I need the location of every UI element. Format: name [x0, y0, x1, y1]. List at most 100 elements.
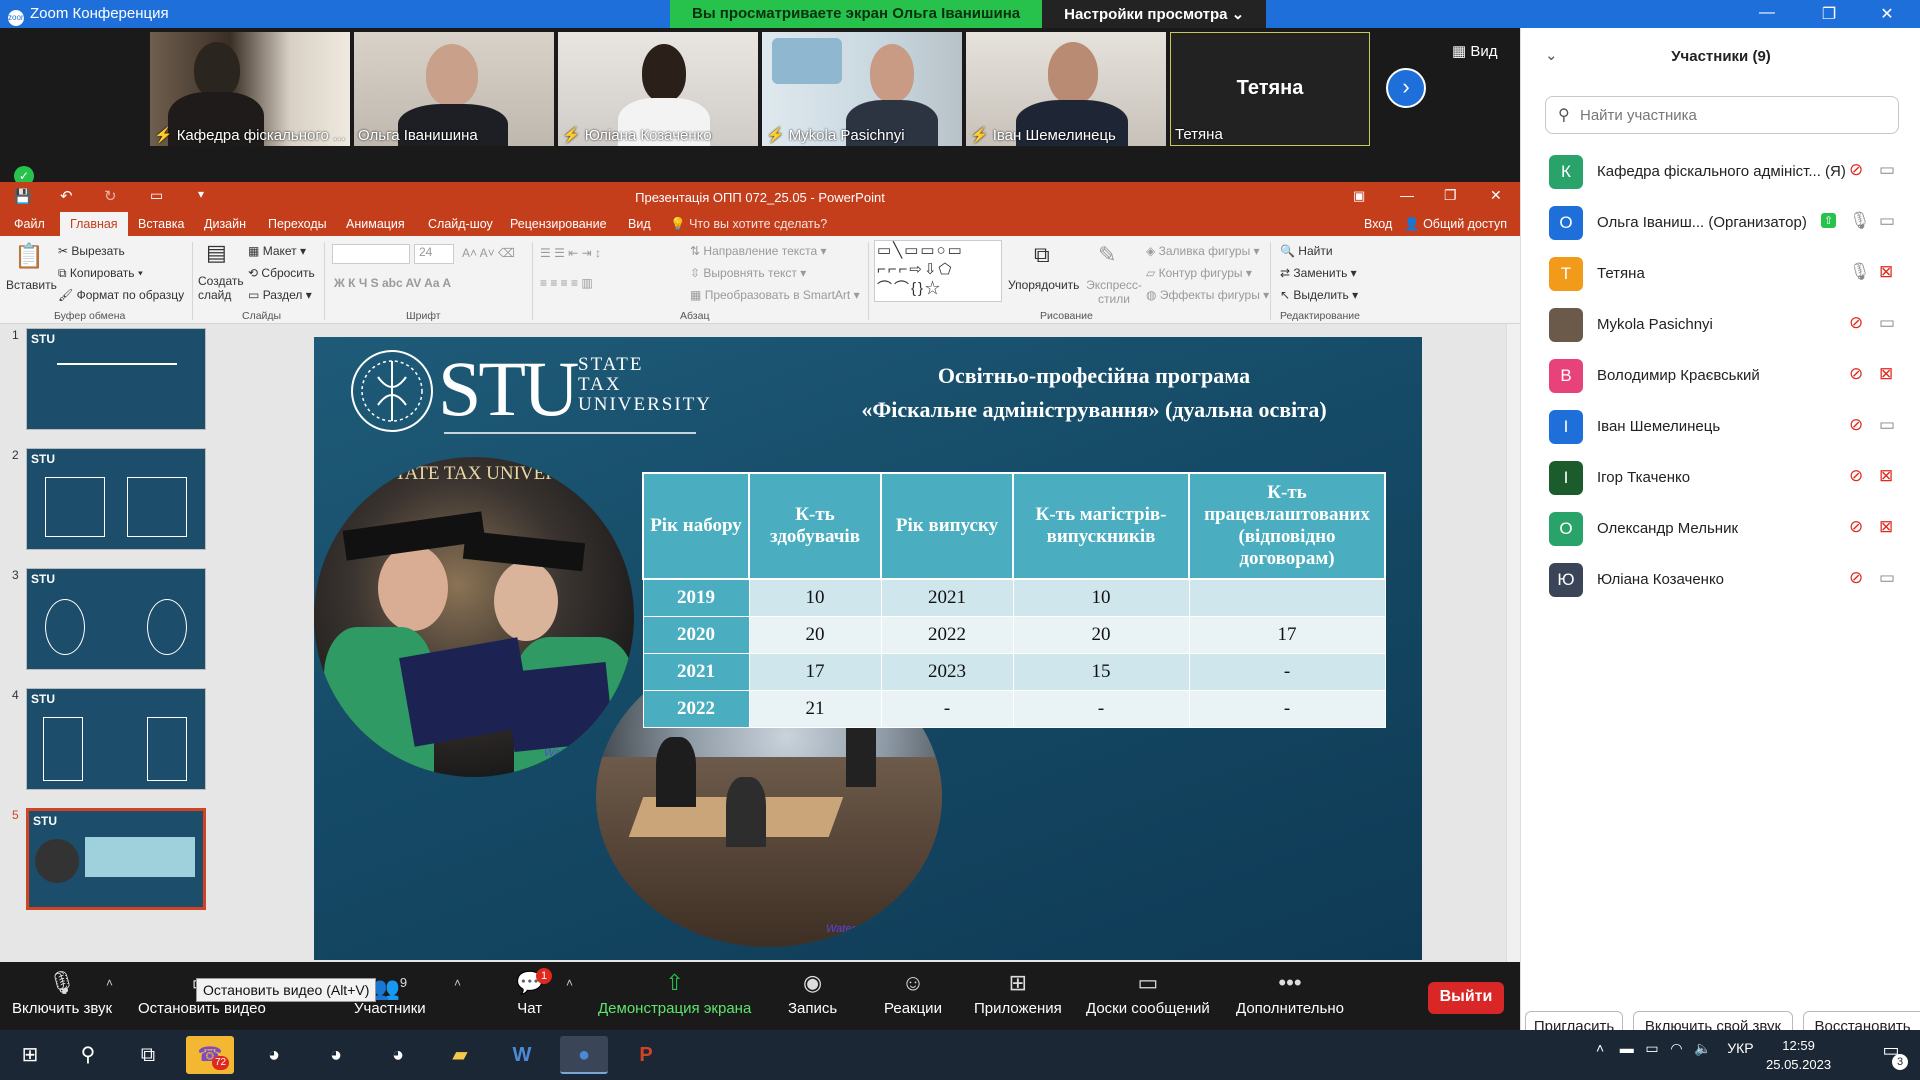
clock[interactable]: 12:59 25.05.2023 — [1766, 1036, 1831, 1074]
slide-thumbnail[interactable]: STU — [26, 328, 206, 430]
list-icons[interactable]: ☰ ☰ ⇤ ⇥ ↕ — [540, 246, 601, 260]
view-button[interactable]: ▦ Вид — [1452, 42, 1498, 60]
replace-button[interactable]: ⇄ Заменить ▾ — [1280, 266, 1357, 280]
participants-chevron-icon[interactable]: ˄ — [454, 976, 461, 990]
mic-muted-icon[interactable]: ⊘ — [1849, 517, 1863, 537]
minimize-icon[interactable]: — — [1752, 4, 1782, 22]
participant-search-input[interactable]: ⚲ Найти участника — [1545, 96, 1899, 134]
paste-icon[interactable]: 📋 — [14, 242, 44, 271]
tab-view[interactable]: Вид — [628, 217, 651, 231]
camera-off-icon[interactable]: ⊠ — [1879, 466, 1893, 486]
wifi-icon[interactable]: ◠ — [1670, 1040, 1682, 1056]
arrange-button[interactable]: Упорядочить — [1008, 278, 1079, 292]
mic-muted-icon[interactable]: ⊘ — [1849, 364, 1863, 384]
ppt-restore-icon[interactable]: ❐ — [1444, 187, 1457, 204]
unmute-button[interactable]: 🎙 Включить звук — [12, 968, 112, 1017]
tab-animation[interactable]: Анимация — [346, 217, 405, 231]
mic-icon[interactable]: 🎙 — [1849, 262, 1871, 282]
text-direction-button[interactable]: ⇅ Направление текста ▾ — [690, 244, 827, 258]
ribbon-display-icon[interactable]: ▣ — [1353, 188, 1365, 204]
participant-row[interactable]: О Олександр Мельник ⊘ ⊠ — [1521, 503, 1920, 554]
notifications-icon[interactable]: ▭ 3 — [1876, 1040, 1908, 1070]
audio-options-chevron-icon[interactable]: ˄ — [106, 976, 113, 990]
section-button[interactable]: ▭ Раздел ▾ — [248, 288, 312, 302]
video-tile[interactable]: ⚡ Іван Шемелинець — [966, 32, 1166, 146]
mic-icon[interactable]: 🎙 — [1849, 211, 1871, 231]
video-tile[interactable]: ⚡ Кафедра фіскального ... — [150, 32, 350, 146]
word-icon[interactable]: W — [498, 1036, 546, 1074]
camera-icon[interactable]: ▭ — [1879, 160, 1895, 180]
participant-row[interactable]: Т Тетяна 🎙 ⊠ — [1521, 248, 1920, 299]
participant-row[interactable]: К Кафедра фіскального адмініст... (Я) ⊘ ▭ — [1521, 146, 1920, 197]
font-size-select[interactable]: 24 — [414, 244, 454, 264]
record-button[interactable]: ◉ Запись — [788, 968, 837, 1017]
slide-thumbnail[interactable]: STU — [26, 448, 206, 550]
language-indicator[interactable]: УКР — [1727, 1040, 1753, 1056]
mic-muted-icon[interactable]: ⊘ — [1849, 160, 1863, 180]
font-format-icons[interactable]: Ж К Ч S abc AV Aa A — [334, 276, 451, 290]
shapes-gallery[interactable]: ▭╲▭▭○▭ ⌐⌐⌐⇨⇩⬠ ⌒⌒{}☆ — [874, 240, 1002, 302]
sign-in-link[interactable]: Вход — [1364, 217, 1392, 231]
powerpoint-taskbar-icon[interactable]: P — [622, 1036, 670, 1074]
tab-insert[interactable]: Вставка — [138, 217, 184, 231]
video-tile[interactable]: ⚡ Юліана Козаченко — [558, 32, 758, 146]
mic-muted-icon[interactable]: ⊘ — [1849, 415, 1863, 435]
tab-home[interactable]: Главная — [60, 212, 128, 236]
camera-icon[interactable]: ▭ — [1879, 211, 1895, 231]
font-family-select[interactable] — [332, 244, 410, 264]
leave-button[interactable]: Выйти — [1428, 982, 1504, 1014]
tab-design[interactable]: Дизайн — [204, 217, 246, 231]
new-slide-icon[interactable]: ▤ — [206, 240, 227, 266]
grow-font-icon[interactable]: A˄ A˅ ⌫ — [462, 246, 515, 260]
find-button[interactable]: 🔍 Найти — [1280, 244, 1333, 258]
tab-slideshow[interactable]: Слайд-шоу — [428, 217, 493, 231]
shape-fill-button[interactable]: ◈ Заливка фигуры ▾ — [1146, 244, 1260, 258]
slide-thumbnail[interactable]: STU — [26, 568, 206, 670]
battery-icon[interactable]: ▭ — [1645, 1040, 1658, 1056]
video-tile[interactable]: ⚡ Mykola Pasichnyi — [762, 32, 962, 146]
paste-button[interactable]: Вставить — [6, 278, 57, 292]
select-button[interactable]: ↖ Выделить ▾ — [1280, 288, 1358, 302]
participant-row[interactable]: І Ігор Ткаченко ⊘ ⊠ — [1521, 452, 1920, 503]
cut-button[interactable]: ✂ Вырезать — [58, 244, 125, 258]
align-text-button[interactable]: ⇳ Выровнять текст ▾ — [690, 266, 806, 280]
search-icon[interactable]: ⚲ — [64, 1036, 112, 1074]
chrome-icon[interactable]: ◕ — [250, 1036, 298, 1074]
tab-transitions[interactable]: Переходы — [268, 217, 327, 231]
arrange-icon[interactable]: ⧉ — [1034, 242, 1050, 268]
camera-off-icon[interactable]: ⊠ — [1879, 517, 1893, 537]
windows-start-icon[interactable]: ⊞ — [6, 1036, 54, 1074]
ppt-close-icon[interactable]: ✕ — [1490, 187, 1502, 204]
camera-icon[interactable]: ▭ — [1879, 568, 1895, 588]
quick-styles-button[interactable]: Экспресс-стили — [1086, 278, 1142, 306]
view-settings-button[interactable]: Настройки просмотра ⌄ — [1042, 0, 1267, 28]
tray-app-icon[interactable]: ▬ — [1620, 1040, 1634, 1056]
tab-file[interactable]: Файл — [14, 217, 45, 231]
participant-row[interactable]: Mykola Pasichnyi ⊘ ▭ — [1521, 299, 1920, 350]
reset-button[interactable]: ⟲ Сбросить — [248, 266, 315, 280]
format-painter-button[interactable]: 🖌 Формат по образцу — [58, 288, 184, 302]
tray-chevron-icon[interactable]: ˄ — [1596, 1040, 1604, 1056]
smartart-button[interactable]: ▦ Преобразовать в SmartArt ▾ — [690, 288, 860, 302]
task-view-icon[interactable]: ⧉ — [124, 1036, 172, 1074]
quick-styles-icon[interactable]: ✎ — [1098, 242, 1116, 268]
share-screen-button[interactable]: ⇧ Демонстрация экрана — [598, 968, 751, 1017]
shape-outline-button[interactable]: ▱ Контур фигуры ▾ — [1146, 266, 1252, 280]
viber-icon[interactable]: ☎ 72 — [186, 1036, 234, 1074]
mic-muted-icon[interactable]: ⊘ — [1849, 313, 1863, 333]
mic-muted-icon[interactable]: ⊘ — [1849, 568, 1863, 588]
more-button[interactable]: ••• Дополнительно — [1236, 968, 1344, 1017]
file-explorer-icon[interactable]: ▰ — [436, 1036, 484, 1074]
participant-row[interactable]: В Володимир Краєвський ⊘ ⊠ — [1521, 350, 1920, 401]
video-tile-active-speaker[interactable]: Тетяна Тетяна — [1170, 32, 1370, 146]
next-page-button[interactable]: › — [1386, 68, 1426, 108]
tell-me-box[interactable]: 💡 Что вы хотите сделать? — [670, 217, 827, 232]
slide-thumbnail-selected[interactable]: STU — [26, 808, 206, 910]
chrome-icon[interactable]: ◕ — [312, 1036, 360, 1074]
share-button[interactable]: 👤 Общий доступ — [1404, 217, 1507, 232]
tab-review[interactable]: Рецензирование — [510, 217, 607, 231]
zoom-taskbar-icon[interactable]: ● — [560, 1036, 608, 1074]
layout-button[interactable]: ▦ Макет ▾ — [248, 244, 306, 258]
ppt-minimize-icon[interactable]: — — [1400, 187, 1414, 203]
mic-muted-icon[interactable]: ⊘ — [1849, 466, 1863, 486]
